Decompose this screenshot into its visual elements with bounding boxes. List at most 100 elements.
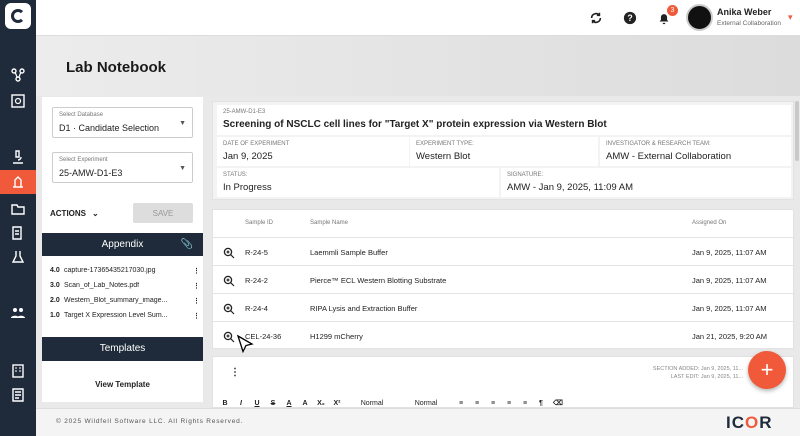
- investigator: AMW - External Collaboration: [606, 151, 732, 162]
- list-item[interactable]: 4.0 capture-17365435217030.jpg ⋮: [50, 263, 200, 278]
- experiment-id: 25-AMW-D1-E3: [223, 109, 266, 115]
- actions-dropdown[interactable]: ACTIONS ⌄: [50, 204, 120, 222]
- molecule-icon[interactable]: [9, 66, 27, 84]
- appendix-title: Appendix: [101, 239, 144, 250]
- top-bar: ? 3 Anika Weber External Collaboration ▾: [36, 0, 800, 36]
- view-template-button[interactable]: View Template: [42, 380, 203, 389]
- align-left-icon[interactable]: ≡: [457, 400, 465, 407]
- align-center-icon[interactable]: ≡: [473, 400, 481, 407]
- copyright-text: © 2025 Wildfell Software LLC. All Rights…: [56, 418, 244, 425]
- highlight-button[interactable]: A: [301, 400, 309, 407]
- zoom-in-icon[interactable]: [223, 303, 235, 315]
- experiment-title-cell: 25-AMW-D1-E3 Screening of NSCLC cell lin…: [217, 105, 791, 135]
- paragraph-icon[interactable]: ¶: [537, 400, 545, 407]
- user-role: External Collaboration: [717, 20, 781, 27]
- folder-icon[interactable]: [9, 200, 27, 218]
- user-name[interactable]: Anika Weber: [717, 7, 771, 17]
- appendix-header: Appendix 📎: [42, 233, 203, 256]
- column-header-sample-id: Sample ID: [245, 220, 274, 226]
- notification-count-badge: 3: [667, 5, 678, 16]
- list-item[interactable]: 1.0 Target X Expression Level Sum... ⋮: [50, 308, 200, 323]
- strikethrough-button[interactable]: S: [269, 400, 277, 407]
- brand-logo: ICOR: [726, 413, 773, 432]
- svg-text:?: ?: [627, 13, 632, 23]
- logo-icon[interactable]: [5, 3, 31, 29]
- building-icon[interactable]: [9, 362, 27, 380]
- report-icon[interactable]: [9, 386, 27, 404]
- samples-table: Sample ID Sample Name Assigned On R-24-5…: [212, 209, 795, 349]
- appendix-list: 4.0 capture-17365435217030.jpg ⋮ 3.0 Sca…: [50, 263, 200, 323]
- chevron-down-icon: ⌄: [92, 208, 99, 218]
- more-options-icon[interactable]: ⋮: [192, 282, 200, 290]
- dropdown-caret-icon: ▼: [179, 120, 186, 127]
- avatar[interactable]: [686, 4, 713, 31]
- zoom-in-icon[interactable]: [223, 247, 235, 259]
- investigator-cell: INVESTIGATOR & RESEARCH TEAM: AMW - Exte…: [600, 137, 791, 166]
- underline-button[interactable]: U: [253, 400, 261, 407]
- more-options-icon[interactable]: ⋮: [192, 297, 200, 305]
- actions-label: ACTIONS: [50, 208, 86, 218]
- status-value: In Progress: [223, 182, 272, 193]
- microscope-icon[interactable]: [9, 148, 27, 166]
- clear-format-icon[interactable]: ⌫: [553, 399, 563, 407]
- experiment-details-card: 25-AMW-D1-E3 Screening of NSCLC cell lin…: [212, 101, 794, 200]
- experiment-title: Screening of NSCLC cell lines for "Targe…: [223, 119, 607, 130]
- subscript-button[interactable]: X₂: [317, 400, 325, 407]
- left-panel: Select Database D1 · Candidate Selection…: [42, 97, 203, 402]
- mouse-cursor-icon: [236, 334, 254, 354]
- left-nav-rail: [0, 0, 36, 436]
- column-header-assigned-on: Assigned On: [692, 220, 727, 226]
- numbered-list-icon[interactable]: ≡: [505, 400, 513, 407]
- templates-header: Templates: [42, 337, 203, 361]
- zoom-in-icon[interactable]: [223, 331, 235, 343]
- table-row[interactable]: R-24-2 Pierce™ ECL Western Blotting Subs…: [213, 265, 795, 293]
- help-icon[interactable]: ?: [621, 9, 639, 27]
- chevron-down-icon[interactable]: ▾: [788, 12, 793, 23]
- zoom-in-icon[interactable]: [223, 275, 235, 287]
- experiment-select[interactable]: Select Experiment 25-AMW-D1-E3 ▼: [52, 152, 193, 183]
- page-title: Lab Notebook: [66, 59, 166, 76]
- experiment-select-value: 25-AMW-D1-E3: [59, 168, 123, 178]
- team-icon[interactable]: [9, 304, 27, 322]
- add-button[interactable]: +: [748, 351, 786, 389]
- experiment-date: Jan 9, 2025: [223, 151, 273, 162]
- more-options-icon[interactable]: ⋮: [192, 267, 200, 275]
- sync-icon[interactable]: [587, 9, 605, 27]
- document-edit-icon[interactable]: [9, 224, 27, 242]
- more-options-icon[interactable]: ⋮: [230, 367, 240, 378]
- paperclip-icon[interactable]: 📎: [181, 233, 193, 256]
- text-color-button[interactable]: A: [285, 400, 293, 407]
- database-select[interactable]: Select Database D1 · Candidate Selection…: [52, 107, 193, 138]
- bullet-list-icon[interactable]: ≡: [489, 400, 497, 407]
- footer: © 2025 Wildfell Software LLC. All Rights…: [36, 408, 800, 436]
- database-select-label: Select Database: [59, 112, 104, 118]
- signature-cell: SIGNATURE: AMW - Jan 9, 2025, 11:09 AM: [501, 168, 791, 197]
- save-button[interactable]: SAVE: [133, 203, 193, 223]
- database-select-value: D1 · Candidate Selection: [59, 123, 160, 133]
- list-item[interactable]: 2.0 Western_Blot_summary_image... ⋮: [50, 293, 200, 308]
- dropdown-caret-icon: ▼: [179, 165, 186, 172]
- table-row[interactable]: CEL-24-36 H1299 mCherry Jan 21, 2025, 9:…: [213, 321, 795, 349]
- table-row[interactable]: R-24-4 RIPA Lysis and Extraction Buffer …: [213, 293, 795, 321]
- list-item[interactable]: 3.0 Scan_of_Lab_Notes.pdf ⋮: [50, 278, 200, 293]
- column-header-sample-name: Sample Name: [310, 220, 349, 226]
- font-style-select[interactable]: Normal: [349, 400, 395, 407]
- notifications-bell-icon[interactable]: 3: [655, 5, 678, 27]
- date-cell: DATE OF EXPERIMENT Jan 9, 2025: [217, 137, 409, 166]
- indent-icon[interactable]: ≡: [521, 400, 529, 407]
- bold-button[interactable]: B: [221, 400, 229, 407]
- scrollbar[interactable]: [795, 101, 799, 161]
- font-size-select[interactable]: Normal: [403, 400, 449, 407]
- table-row[interactable]: R-24-5 Laemmli Sample Buffer Jan 9, 2025…: [213, 237, 795, 265]
- experiment-icon[interactable]: [9, 248, 27, 266]
- more-options-icon[interactable]: ⋮: [192, 312, 200, 320]
- type-cell: EXPERIMENT TYPE: Western Blot: [410, 137, 598, 166]
- superscript-button[interactable]: X²: [333, 400, 341, 407]
- italic-button[interactable]: I: [237, 400, 245, 407]
- status-cell: STATUS: In Progress: [217, 168, 499, 197]
- signature-value: AMW - Jan 9, 2025, 11:09 AM: [507, 182, 634, 193]
- experiment-type: Western Blot: [416, 151, 471, 162]
- notes-editor-section: ⋮ SECTION ADDED: Jan 9, 2025, 11... LAST…: [212, 356, 794, 408]
- lab-notebook-icon[interactable]: [0, 170, 36, 194]
- flask-grid-icon[interactable]: [9, 92, 27, 110]
